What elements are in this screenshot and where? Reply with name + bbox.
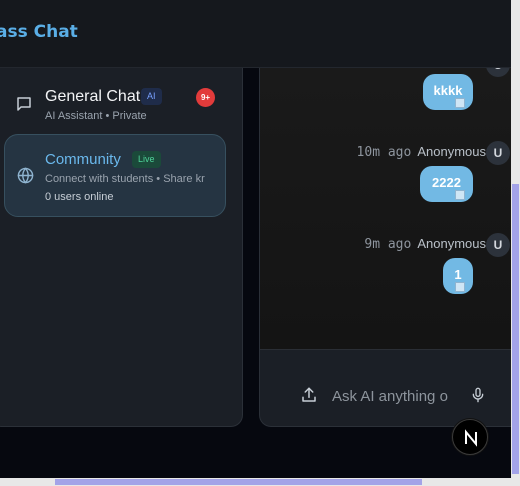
vertical-scrollbar-thumb[interactable] [512,184,519,474]
message-bubble: kkkk [423,74,473,110]
floating-action-button[interactable] [452,419,488,455]
message-list[interactable]: U kkkk 10m ago Anonymous U 2222 9m ago Ano… [260,68,520,350]
community-subtitle: Connect with students • Share kr [45,173,205,185]
message-bubble: 2222 [420,166,473,202]
image-icon [455,282,465,292]
chat-item-general[interactable]: General Chat AI AI Assistant • Private [1,78,234,134]
message-sender: Anonymous [417,236,486,251]
message-time: 10m ago [356,145,412,160]
online-count: 0 users online [45,191,114,203]
message-text: 1 [454,267,462,282]
avatar: U [486,68,510,77]
message-text: 2222 [432,175,461,190]
chat-bubble-icon [17,97,31,111]
message-composer [260,350,520,426]
message-time: 9m ago [364,237,412,252]
app-title: ass Chat [0,22,78,42]
message-meta: 10m ago Anonymous [357,144,486,160]
avatar: U [486,233,510,257]
community-title: Community [45,151,121,168]
chat-item-community[interactable]: Community Live Connect with students • S… [4,134,226,217]
message-text: kkkk [433,83,463,98]
message-meta: 9m ago Anonymous [364,236,486,252]
globe-icon [17,167,34,184]
chat-item-subtitle: AI Assistant • Private [45,110,147,122]
horizontal-scrollbar-thumb[interactable] [55,479,422,485]
upload-icon[interactable] [300,386,318,404]
chat-panel: U kkkk 10m ago Anonymous U 2222 9m ago Ano… [259,68,520,427]
message-sender: Anonymous [417,144,486,159]
top-bar: ass Chat [0,0,520,68]
ai-badge: AI [141,88,162,105]
chat-item-title: General Chat [45,88,141,105]
unread-count-badge: 9+ [196,88,215,107]
image-icon [455,98,465,108]
image-icon [455,190,465,200]
live-badge: Live [132,151,161,168]
chat-input[interactable] [332,384,454,408]
chat-list-panel: General Chat AI AI Assistant • Private [0,68,243,427]
n-logo-icon [465,429,477,447]
message-bubble: 1 [443,258,473,294]
avatar: U [486,141,510,165]
microphone-icon[interactable] [470,386,486,404]
